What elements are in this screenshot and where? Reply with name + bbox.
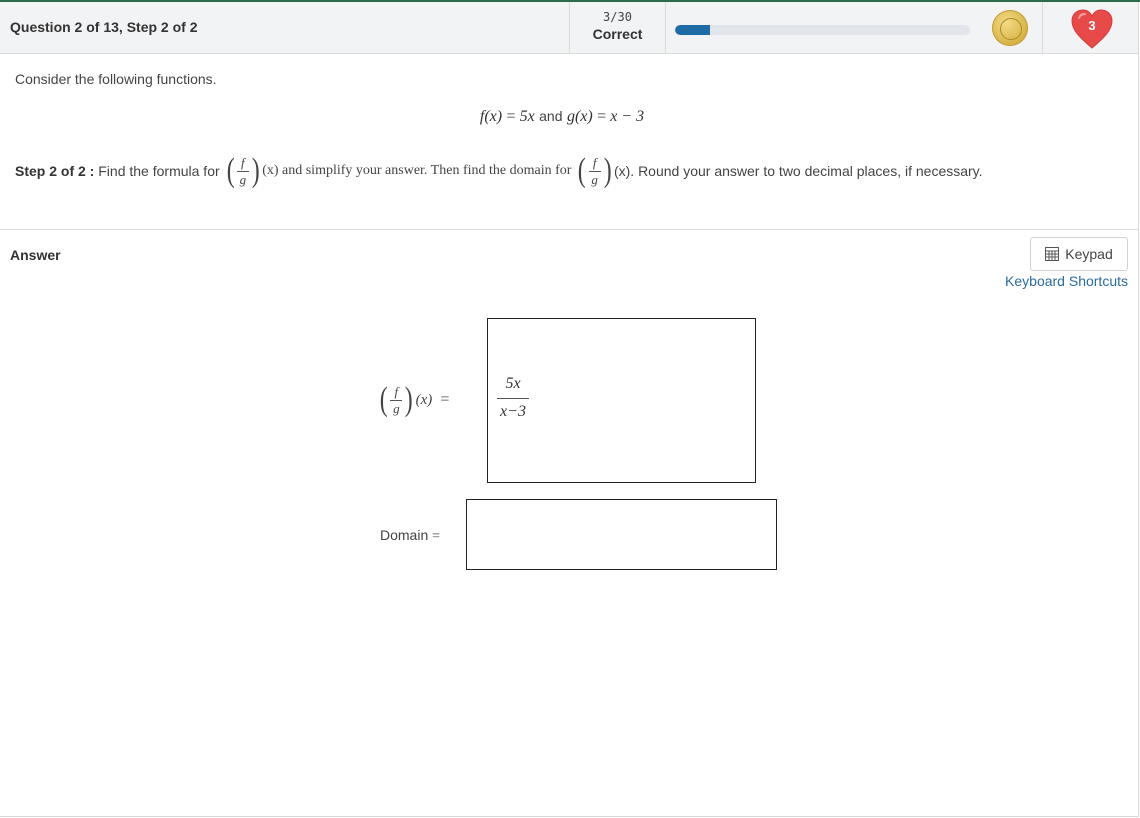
function-definitions: f(x) = 5x and g(x) = x − 3	[479, 108, 645, 125]
formula-answer-fraction: 5x x−3	[497, 375, 529, 421]
f-rhs: 5x	[519, 108, 535, 125]
step-text-1: Find the formula for	[98, 163, 220, 179]
lives-count: 3	[1088, 18, 1096, 33]
keypad-button[interactable]: Keypad	[1030, 237, 1128, 271]
step-instructions: Step 2 of 2 : Find the formula for ( fg …	[15, 146, 983, 196]
g-lhs: g(x)	[566, 108, 593, 125]
problem-intro: Consider the following functions.	[15, 71, 217, 87]
step-text-2: (x) and simplify your answer. Then find …	[262, 163, 572, 178]
coin-icon[interactable]	[992, 10, 1028, 46]
score-label: Correct	[592, 26, 643, 42]
progress-bar	[675, 25, 970, 35]
step-label: Step 2 of 2 :	[15, 163, 95, 179]
f-over-g-expression-2: ( fg )	[578, 152, 612, 189]
calculator-icon	[1045, 247, 1060, 261]
formula-answer-input[interactable]: 5x x−3	[487, 318, 756, 483]
f-over-g-expression: ( fg )	[226, 152, 260, 189]
answer-label: Answer	[10, 247, 61, 263]
formula-lhs: ( fg ) (x) =	[379, 381, 450, 418]
answer-numerator: 5x	[505, 375, 521, 392]
progress-fill	[675, 25, 711, 35]
score-box: 3/30 Correct	[569, 2, 666, 53]
and-text: and	[539, 108, 563, 124]
section-divider	[0, 229, 1138, 230]
f-lhs: f(x)	[479, 108, 503, 125]
score-count: 3/30	[603, 10, 632, 24]
answer-denominator: x−3	[500, 403, 526, 420]
domain-label: Domain =	[380, 527, 441, 544]
keypad-label: Keypad	[1065, 246, 1113, 262]
step-text-3: (x). Round your answer to two decimal pl…	[613, 163, 983, 179]
g-rhs: x − 3	[610, 108, 645, 125]
question-header: Question 2 of 13, Step 2 of 2 3/30 Corre…	[0, 2, 1138, 54]
question-title: Question 2 of 13, Step 2 of 2	[10, 19, 198, 35]
domain-answer-input[interactable]	[466, 499, 777, 570]
lives-cell: 3	[1042, 2, 1139, 53]
keyboard-shortcuts-link[interactable]: Keyboard Shortcuts	[1005, 273, 1128, 289]
